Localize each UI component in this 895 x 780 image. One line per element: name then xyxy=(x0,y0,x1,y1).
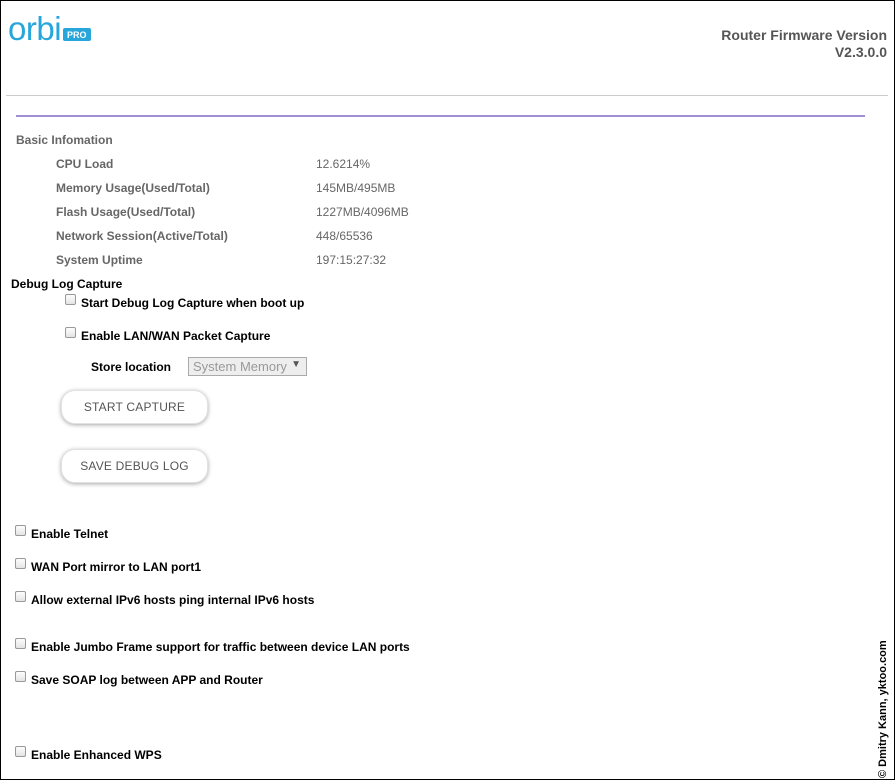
port-mirror-label: WAN Port mirror to LAN port1 xyxy=(31,560,201,574)
flash-usage-label: Flash Usage(Used/Total) xyxy=(56,205,196,219)
save-debug-log-button[interactable]: SAVE DEBUG LOG xyxy=(61,449,208,483)
jumbo-frame-label: Enable Jumbo Frame support for traffic b… xyxy=(31,640,410,654)
port-mirror-checkbox[interactable] xyxy=(15,558,26,569)
dropdown-arrow-icon: ▼ xyxy=(291,359,301,370)
telnet-label: Enable Telnet xyxy=(31,527,109,541)
photo-credit: © Dmitry Kann, yktoo.com xyxy=(877,640,889,778)
flash-usage-value: 1227MB/4096MB xyxy=(316,205,409,219)
cpu-load-value: 12.6214% xyxy=(316,157,371,171)
enhanced-wps-row: Enable Enhanced WPS xyxy=(15,746,162,762)
network-session-label: Network Session(Active/Total) xyxy=(56,229,228,243)
start-on-boot-checkbox[interactable] xyxy=(65,294,76,305)
start-capture-button[interactable]: START CAPTURE xyxy=(61,390,208,424)
enhanced-wps-label: Enable Enhanced WPS xyxy=(31,748,162,762)
packet-capture-checkbox[interactable] xyxy=(65,327,76,338)
cpu-load-label: CPU Load xyxy=(56,157,114,171)
firmware-version: V2.3.0.0 xyxy=(834,44,887,60)
ipv6-ping-row: Allow external IPv6 hosts ping internal … xyxy=(15,591,314,607)
soap-log-row: Save SOAP log between APP and Router xyxy=(15,671,263,687)
system-uptime-label: System Uptime xyxy=(56,253,143,267)
store-location-value: System Memory xyxy=(193,359,287,374)
ipv6-ping-checkbox[interactable] xyxy=(15,591,26,602)
debug-log-capture-title: Debug Log Capture xyxy=(11,277,123,291)
firmware-label: Router Firmware Version xyxy=(721,27,887,43)
firmware-version-block: Router Firmware Version V2.3.0.0 xyxy=(721,27,887,61)
start-on-boot-label: Start Debug Log Capture when boot up xyxy=(81,296,305,310)
ipv6-ping-label: Allow external IPv6 hosts ping internal … xyxy=(31,593,315,607)
enhanced-wps-checkbox[interactable] xyxy=(15,746,26,757)
packet-capture-row: Enable LAN/WAN Packet Capture xyxy=(65,327,270,343)
logo-text: orbi xyxy=(8,10,62,47)
header-divider xyxy=(6,95,888,96)
memory-usage-label: Memory Usage(Used/Total) xyxy=(56,181,210,195)
start-on-boot-row: Start Debug Log Capture when boot up xyxy=(65,294,304,310)
store-location-label: Store location xyxy=(91,360,172,374)
store-location-select[interactable]: System Memory ▼ xyxy=(188,357,307,376)
memory-usage-value: 145MB/495MB xyxy=(316,181,396,195)
basic-info-title: Basic Infomation xyxy=(16,133,113,147)
jumbo-frame-row: Enable Jumbo Frame support for traffic b… xyxy=(15,638,410,654)
soap-log-label: Save SOAP log between APP and Router xyxy=(31,673,263,687)
section-divider xyxy=(16,115,865,117)
port-mirror-row: WAN Port mirror to LAN port1 xyxy=(15,558,201,574)
telnet-row: Enable Telnet xyxy=(15,525,108,541)
packet-capture-label: Enable LAN/WAN Packet Capture xyxy=(81,329,271,343)
logo-pro-badge: PRO xyxy=(63,28,91,41)
soap-log-checkbox[interactable] xyxy=(15,671,26,682)
network-session-value: 448/65536 xyxy=(316,229,373,243)
jumbo-frame-checkbox[interactable] xyxy=(15,638,26,649)
telnet-checkbox[interactable] xyxy=(15,525,26,536)
orbi-logo: orbi PRO xyxy=(8,10,91,48)
system-uptime-value: 197:15:27:32 xyxy=(316,253,387,267)
